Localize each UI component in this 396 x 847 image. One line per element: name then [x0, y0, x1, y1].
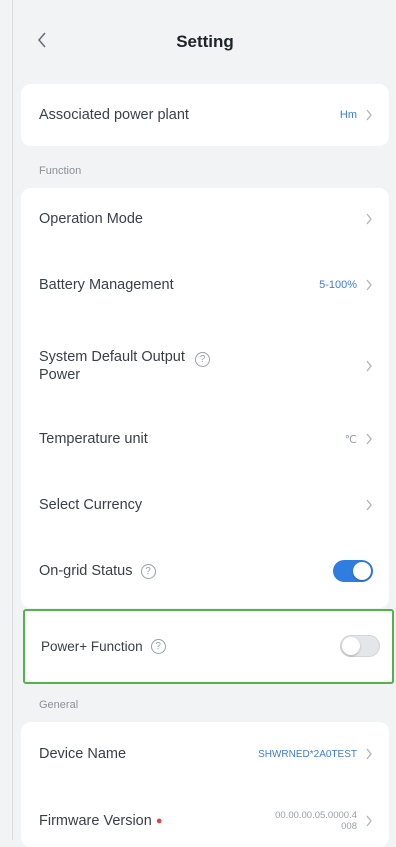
temperature-unit-row[interactable]: Temperature unit ℃ — [21, 408, 389, 470]
firmware-version-value-line2: 008 — [341, 821, 357, 832]
help-icon[interactable]: ? — [140, 563, 156, 579]
on-grid-status-label: On-grid Status — [39, 563, 133, 579]
select-currency-row[interactable]: Select Currency — [21, 474, 389, 536]
battery-management-label: Battery Management — [39, 277, 174, 293]
power-plus-highlight: Power+ Function ? — [23, 609, 394, 684]
chevron-right-icon — [366, 109, 372, 121]
on-grid-status-row: On-grid Status ? — [21, 540, 389, 602]
on-grid-status-toggle[interactable] — [333, 560, 373, 582]
system-output-row[interactable]: System Default Output Power ? — [21, 326, 389, 406]
toggle-knob — [342, 637, 360, 655]
chevron-right-icon — [366, 360, 372, 372]
device-name-row[interactable]: Device Name SHWRNED*2A0TEST — [21, 722, 389, 786]
operation-mode-label: Operation Mode — [39, 211, 143, 227]
chevron-right-icon — [366, 748, 372, 760]
device-name-label: Device Name — [39, 746, 127, 762]
general-card: Device Name SHWRNED*2A0TEST Firmware Ver… — [21, 722, 389, 847]
device-name-value: SHWRNED*2A0TEST — [258, 748, 357, 760]
firmware-version-row[interactable]: Firmware Version ● 00.00.00.05.0000.4 00… — [21, 796, 389, 846]
back-chevron-icon[interactable] — [35, 30, 49, 50]
chevron-right-icon — [366, 279, 372, 291]
plant-card: Associated power plant Hm — [21, 84, 389, 146]
associated-plant-label: Associated power plant — [39, 107, 189, 123]
settings-screen: Setting Associated power plant Hm Functi… — [12, 0, 396, 847]
system-output-label: System Default Output Power — [39, 349, 185, 383]
associated-plant-row[interactable]: Associated power plant Hm — [21, 84, 389, 146]
update-dot-icon: ● — [155, 815, 163, 827]
page-title: Setting — [176, 32, 234, 51]
function-section-label: Function — [39, 165, 82, 177]
power-plus-row: Power+ Function ? — [25, 611, 392, 681]
general-section-label: General — [39, 699, 79, 711]
battery-management-row[interactable]: Battery Management 5-100% — [21, 254, 389, 316]
select-currency-label: Select Currency — [39, 497, 143, 513]
help-icon[interactable]: ? — [195, 351, 210, 367]
temperature-unit-label: Temperature unit — [39, 431, 148, 447]
help-icon[interactable]: ? — [150, 638, 166, 654]
chevron-right-icon — [366, 433, 372, 445]
operation-mode-row[interactable]: Operation Mode — [21, 188, 389, 250]
associated-plant-value: Hm — [339, 109, 357, 121]
power-plus-toggle[interactable] — [340, 635, 380, 657]
chevron-right-icon — [366, 213, 372, 225]
power-plus-label: Power+ Function — [41, 638, 143, 654]
header: Setting — [13, 0, 396, 84]
firmware-version-value: 00.00.00.05.0000.4 — [275, 810, 357, 821]
function-card: Operation Mode Battery Management 5-100%… — [21, 188, 389, 608]
chevron-right-icon — [366, 815, 372, 827]
firmware-version-label: Firmware Version — [39, 813, 152, 829]
battery-management-value: 5-100% — [319, 279, 357, 291]
temperature-unit-value: ℃ — [344, 433, 357, 446]
chevron-right-icon — [366, 499, 372, 511]
firmware-version-value-block: 00.00.00.05.0000.4 008 — [275, 810, 357, 832]
toggle-knob — [353, 562, 371, 580]
